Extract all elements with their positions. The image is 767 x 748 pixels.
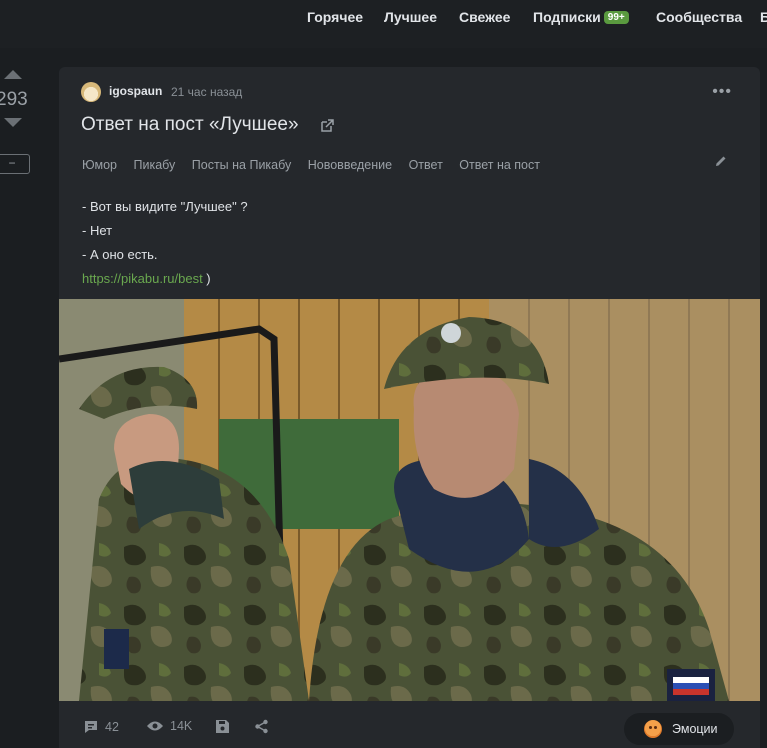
share-button[interactable]: [254, 719, 269, 734]
edit-pencil-icon[interactable]: [714, 154, 728, 168]
story-image-picture: [59, 299, 760, 701]
comments-button[interactable]: 42: [83, 719, 119, 735]
tag-item[interactable]: Ответ: [409, 158, 443, 172]
share-icon: [255, 719, 268, 734]
nav-fresh[interactable]: Свежее: [459, 9, 510, 25]
save-button[interactable]: [215, 719, 230, 734]
story-card: igospaun 21 час назад ••• Ответ на пост …: [59, 67, 760, 748]
text-line: - Нет: [82, 223, 113, 238]
views-count: 14K: [170, 719, 193, 733]
nav-communities[interactable]: Сообщества: [656, 9, 742, 25]
downvote-arrow-icon[interactable]: [4, 118, 22, 127]
external-link-icon[interactable]: [319, 118, 335, 134]
tag-item[interactable]: Посты на Пикабу: [192, 158, 292, 172]
story-footer: 42 14K Эмоции: [59, 707, 760, 747]
post-time: 21 час назад: [171, 85, 243, 99]
top-navigation: Горячее Лучшее Свежее Подписки 99+ Сообще…: [0, 0, 767, 48]
comment-icon: [85, 721, 97, 733]
collapse-button[interactable]: −: [0, 154, 30, 174]
upvote-arrow-icon[interactable]: [4, 70, 22, 79]
nav-more-cut[interactable]: Б: [760, 9, 767, 25]
emotions-button[interactable]: Эмоции: [624, 713, 734, 745]
comments-count: 42: [105, 720, 119, 734]
emotions-label: Эмоции: [672, 722, 718, 736]
subscriptions-badge: 99+: [603, 11, 629, 24]
tag-item[interactable]: Ответ на пост: [459, 158, 540, 172]
more-options-icon[interactable]: •••: [712, 83, 732, 101]
text-line: - Вот вы видите "Лучшее" ?: [82, 199, 248, 214]
vote-score: 293: [0, 89, 28, 110]
nav-subscriptions-label: Подписки: [533, 9, 601, 25]
emotion-face-icon: [644, 720, 662, 738]
tag-item[interactable]: Пикабу: [133, 158, 175, 172]
text-line: - А оно есть.: [82, 247, 158, 262]
save-icon: [216, 720, 229, 733]
nav-subscriptions[interactable]: Подписки 99+: [533, 9, 629, 25]
author-name[interactable]: igospaun: [109, 84, 162, 98]
nav-best[interactable]: Лучшее: [384, 9, 437, 25]
best-link[interactable]: https://pikabu.ru/best: [82, 271, 203, 286]
avatar[interactable]: [81, 82, 101, 102]
nav-hot[interactable]: Горячее: [307, 9, 363, 25]
eye-icon: [147, 721, 163, 731]
text-line-with-link: https://pikabu.ru/best ): [82, 267, 248, 291]
story-title[interactable]: Ответ на пост «Лучшее»: [81, 114, 299, 136]
views-counter: 14K: [146, 719, 192, 733]
story-image[interactable]: [59, 299, 760, 701]
story-text: - Вот вы видите "Лучшее" ? - Нет - А оно…: [82, 195, 248, 291]
tag-list: Юмор Пикабу Посты на Пикабу Нововведение…: [82, 158, 553, 172]
tag-item[interactable]: Нововведение: [308, 158, 392, 172]
tag-item[interactable]: Юмор: [82, 158, 117, 172]
link-suffix: ): [202, 271, 211, 286]
